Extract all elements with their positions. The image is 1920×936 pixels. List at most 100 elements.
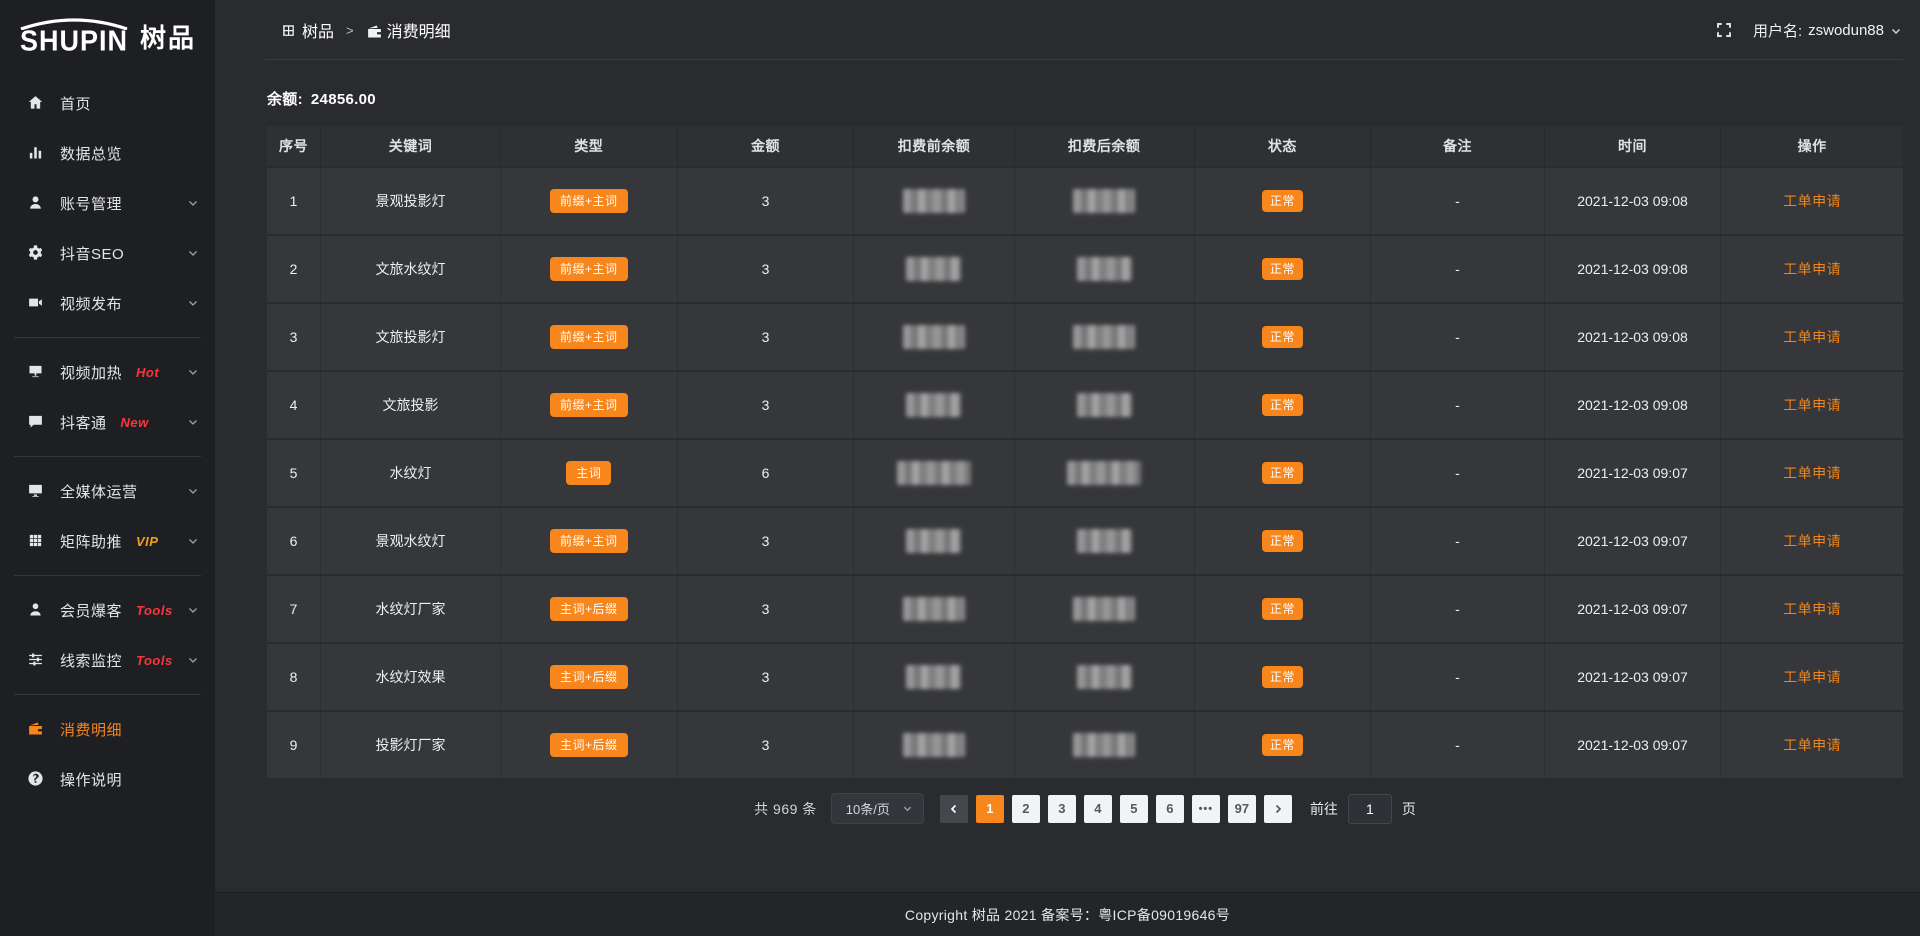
cell-amount: 3 xyxy=(678,236,855,302)
cell-type: 主词 xyxy=(501,440,678,506)
page-button-4[interactable]: 4 xyxy=(1084,795,1112,823)
ticket-apply-link[interactable]: 工单申请 xyxy=(1783,737,1841,753)
chevron-down-icon xyxy=(187,366,199,378)
cell-index: 1 xyxy=(267,168,321,234)
sidebar-item-account-management[interactable]: 账号管理 xyxy=(0,178,215,228)
page-button-1[interactable]: 1 xyxy=(976,795,1004,823)
page-button-3[interactable]: 3 xyxy=(1048,795,1076,823)
page-size-select[interactable]: 10条/页 xyxy=(831,793,924,824)
footer: Copyright 树品 2021 备案号：粤ICP备09019646号 xyxy=(215,892,1920,936)
cell-index: 9 xyxy=(267,712,321,778)
fullscreen-icon[interactable] xyxy=(1715,21,1733,39)
cell-status: 正常 xyxy=(1195,440,1372,506)
ticket-apply-link[interactable]: 工单申请 xyxy=(1783,533,1841,549)
page-button-97[interactable]: 97 xyxy=(1228,795,1256,823)
pagination-total: 共 969 条 xyxy=(754,799,817,819)
sidebar-item-label: 全媒体运营 xyxy=(60,481,138,502)
goto-page-input[interactable] xyxy=(1348,794,1392,824)
page-number-list: 123456 ••• 97 xyxy=(976,795,1256,823)
breadcrumb-item-consumption-details[interactable]: 消费明细 xyxy=(366,18,451,42)
chat-bubble-icon xyxy=(27,413,45,431)
sidebar-item-operation-guide[interactable]: 操作说明 xyxy=(0,754,215,804)
cell-type: 前缀+主词 xyxy=(501,372,678,438)
cell-time: 2021-12-03 09:07 xyxy=(1545,712,1722,778)
sidebar-item-data-overview[interactable]: 数据总览 xyxy=(0,128,215,178)
status-badge: 正常 xyxy=(1262,530,1303,552)
cell-type: 前缀+主词 xyxy=(501,508,678,574)
sidebar-item-home[interactable]: 首页 xyxy=(0,78,215,128)
cell-balance-before xyxy=(854,576,1014,642)
cell-remark: - xyxy=(1371,372,1544,438)
person-icon xyxy=(27,601,45,619)
table-row: 7水纹灯厂家主词+后缀3正常-2021-12-03 09:07工单申请 xyxy=(267,576,1903,642)
more-pages-button[interactable]: ••• xyxy=(1192,795,1220,823)
masked-balance-after xyxy=(1077,393,1132,417)
next-page-button[interactable] xyxy=(1264,795,1292,823)
ticket-apply-link[interactable]: 工单申请 xyxy=(1783,601,1841,617)
status-badge: 正常 xyxy=(1262,666,1303,688)
user-menu[interactable]: 用户名: zswodun88 xyxy=(1753,20,1902,41)
sidebar-item-video-heating[interactable]: 视频加热Hot xyxy=(0,347,215,397)
cell-amount: 3 xyxy=(678,508,855,574)
cell-type: 主词+后缀 xyxy=(501,712,678,778)
masked-balance-before xyxy=(906,665,961,689)
cell-keyword: 文旅水纹灯 xyxy=(321,236,501,302)
cell-remark: - xyxy=(1371,644,1544,710)
wallet-icon xyxy=(366,23,381,38)
sidebar-item-all-media-operation[interactable]: 全媒体运营 xyxy=(0,466,215,516)
cell-status: 正常 xyxy=(1195,508,1372,574)
cell-time: 2021-12-03 09:08 xyxy=(1545,168,1722,234)
column-header: 操作 xyxy=(1721,126,1903,166)
cell-amount: 6 xyxy=(678,440,855,506)
chevron-down-icon xyxy=(187,485,199,497)
sidebar-item-video-publish[interactable]: 视频发布 xyxy=(0,278,215,328)
status-badge: 正常 xyxy=(1262,598,1303,620)
sidebar-item-label: 抖客通 xyxy=(60,412,107,433)
cell-index: 7 xyxy=(267,576,321,642)
sidebar-item-douyin-seo[interactable]: 抖音SEO xyxy=(0,228,215,278)
sidebar-item-label: 首页 xyxy=(60,93,91,114)
chevron-down-icon xyxy=(187,247,199,259)
cell-time: 2021-12-03 09:08 xyxy=(1545,236,1722,302)
cell-action: 工单申请 xyxy=(1721,644,1903,710)
masked-balance-before xyxy=(906,529,961,553)
page-jumper: 前往 页 xyxy=(1310,794,1416,824)
sidebar-item-member-promotion[interactable]: 会员爆客Tools xyxy=(0,585,215,635)
cell-balance-before xyxy=(854,712,1014,778)
table-row: 2文旅水纹灯前缀+主词3正常-2021-12-03 09:08工单申请 xyxy=(267,236,1903,302)
ticket-apply-link[interactable]: 工单申请 xyxy=(1783,261,1841,277)
brand-name-cn: 树品 xyxy=(140,18,196,55)
cell-time: 2021-12-03 09:07 xyxy=(1545,508,1722,574)
monitor-icon xyxy=(27,482,45,500)
ticket-apply-link[interactable]: 工单申请 xyxy=(1783,397,1841,413)
cell-balance-before xyxy=(854,372,1014,438)
cell-action: 工单申请 xyxy=(1721,440,1903,506)
sidebar-divider xyxy=(14,694,201,695)
cell-status: 正常 xyxy=(1195,576,1372,642)
sidebar-item-consumption-details[interactable]: 消费明细 xyxy=(0,704,215,754)
main-area: 树品>消费明细 用户名: zswodun88 余额:24856.00 xyxy=(215,0,1920,936)
cell-time: 2021-12-03 09:08 xyxy=(1545,372,1722,438)
page-button-2[interactable]: 2 xyxy=(1012,795,1040,823)
masked-balance-before xyxy=(903,325,965,349)
sidebar-item-lead-monitoring[interactable]: 线索监控Tools xyxy=(0,635,215,685)
table-row: 6景观水纹灯前缀+主词3正常-2021-12-03 09:07工单申请 xyxy=(267,508,1903,574)
masked-balance-before xyxy=(897,461,971,485)
column-header: 时间 xyxy=(1545,126,1722,166)
sidebar-item-matrix-boost[interactable]: 矩阵助推VIP xyxy=(0,516,215,566)
ticket-apply-link[interactable]: 工单申请 xyxy=(1783,329,1841,345)
breadcrumb-item-shupin[interactable]: 树品 xyxy=(281,18,334,42)
page-button-6[interactable]: 6 xyxy=(1156,795,1184,823)
ticket-apply-link[interactable]: 工单申请 xyxy=(1783,465,1841,481)
goto-label: 前往 xyxy=(1310,799,1338,819)
cell-type: 主词+后缀 xyxy=(501,644,678,710)
masked-balance-after xyxy=(1077,665,1132,689)
sidebar-item-tag: Tools xyxy=(136,653,173,668)
sidebar-divider xyxy=(14,337,201,338)
masked-balance-before xyxy=(906,257,961,281)
sidebar-item-douketong[interactable]: 抖客通New xyxy=(0,397,215,447)
ticket-apply-link[interactable]: 工单申请 xyxy=(1783,193,1841,209)
ticket-apply-link[interactable]: 工单申请 xyxy=(1783,669,1841,685)
page-button-5[interactable]: 5 xyxy=(1120,795,1148,823)
prev-page-button[interactable] xyxy=(940,795,968,823)
